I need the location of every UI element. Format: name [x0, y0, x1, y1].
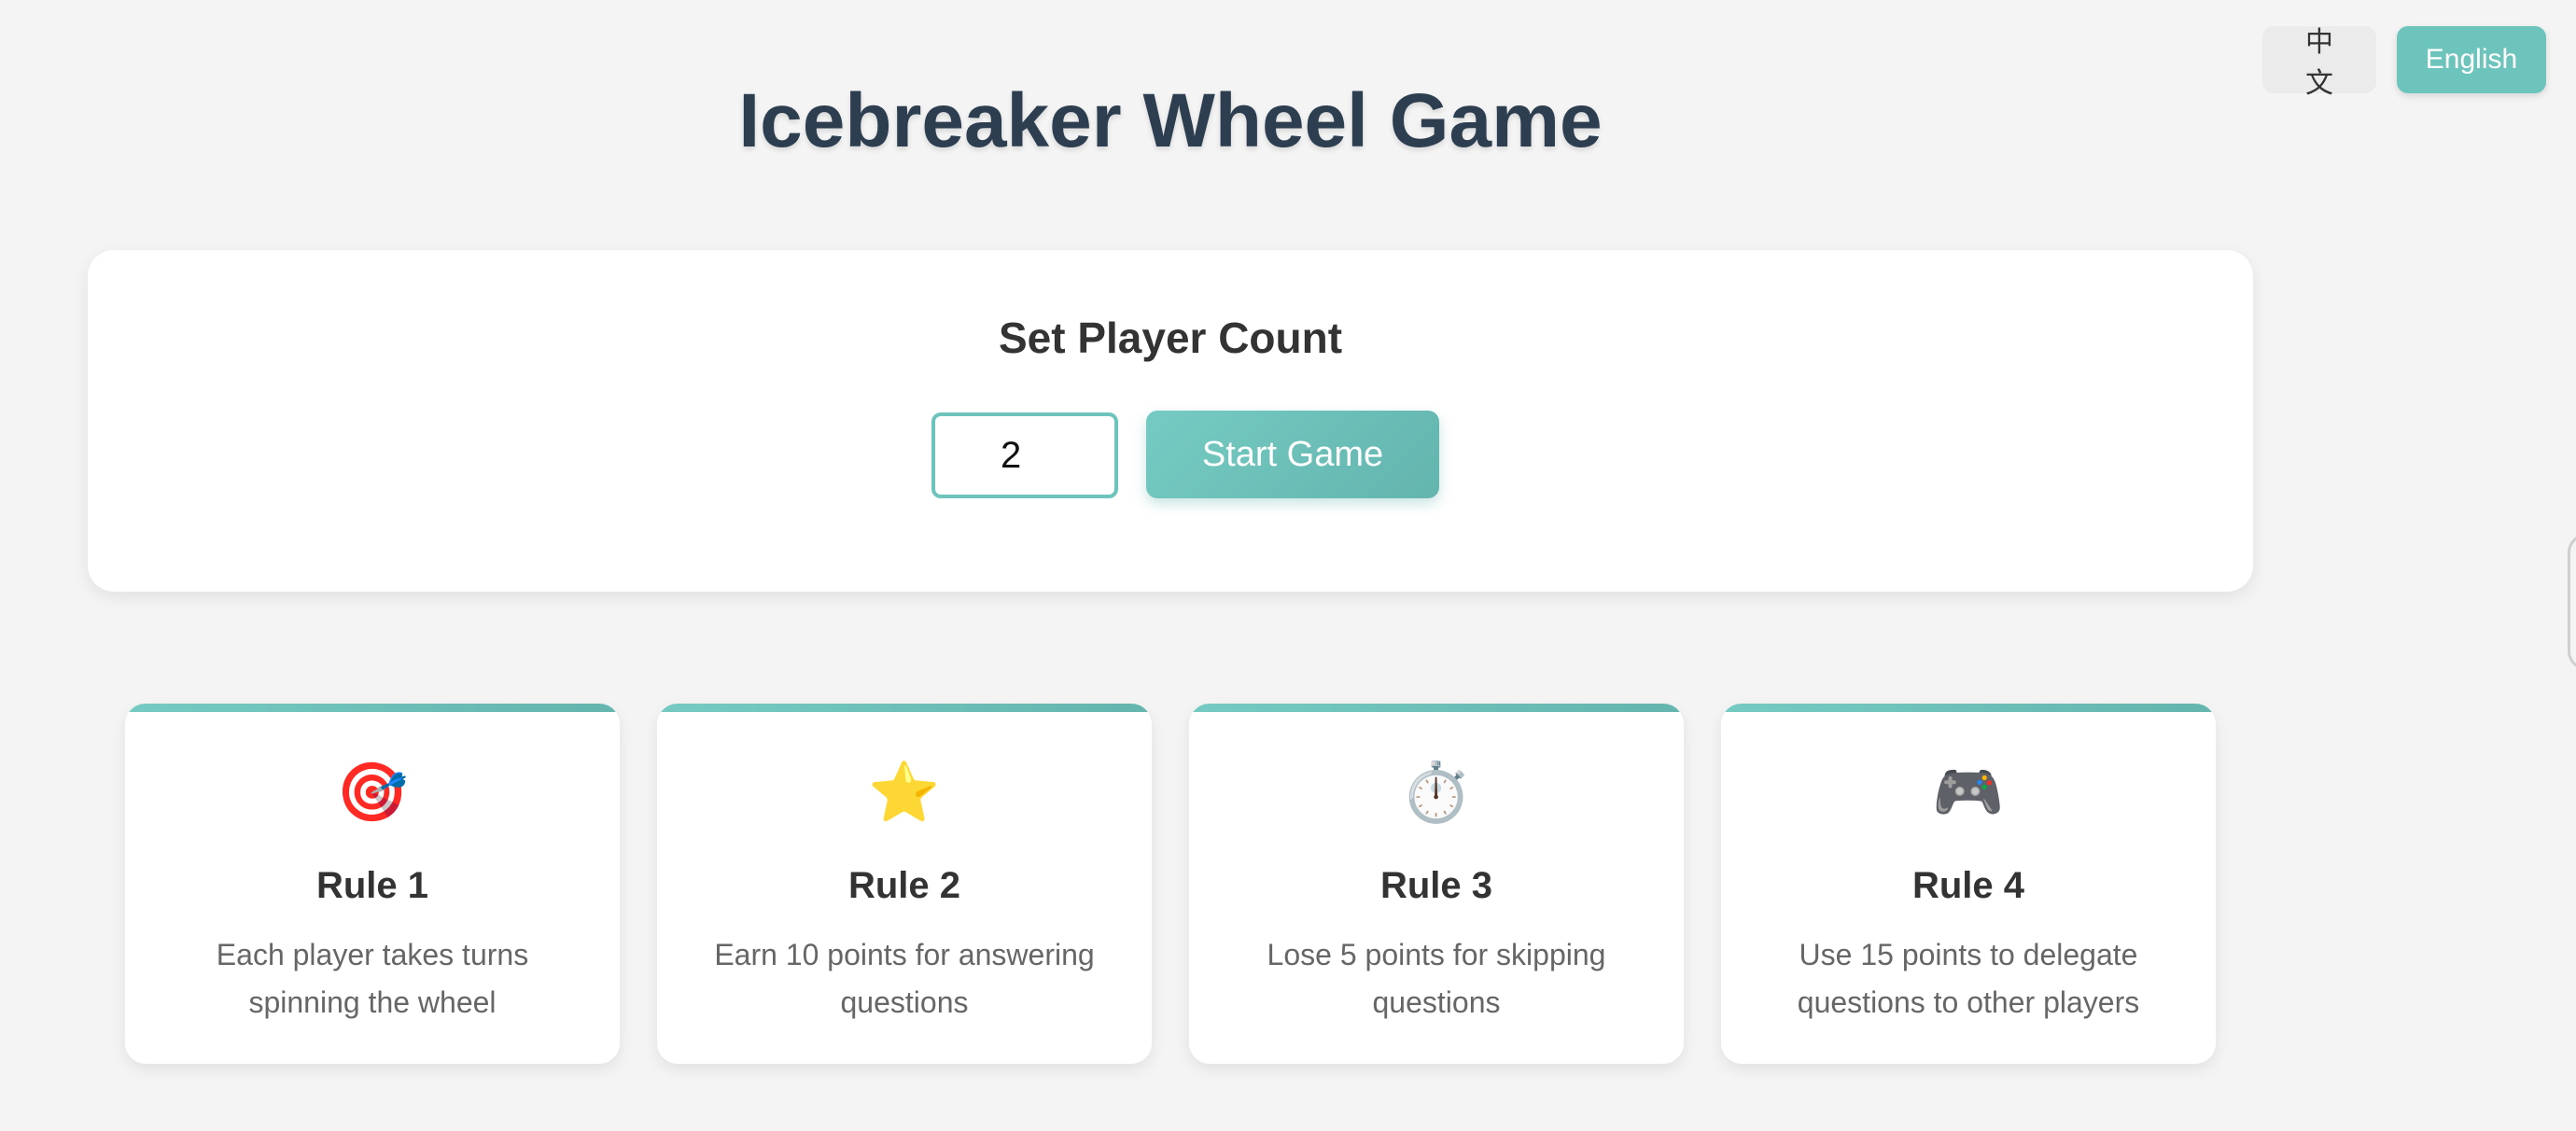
gamepad-icon: 🎮 — [1932, 761, 2005, 825]
rule-card-accent-bar — [125, 704, 620, 712]
language-english-button[interactable]: English — [2397, 26, 2546, 93]
rule-description: Lose 5 points for skipping questions — [1267, 938, 1606, 1019]
rule-card: ⭐ Rule 2 Earn 10 points for answering qu… — [657, 704, 1152, 1064]
rule-title: Rule 2 — [847, 865, 961, 906]
rule-title: Rule 3 — [1379, 865, 1493, 906]
player-count-input[interactable] — [931, 412, 1118, 498]
side-panel-handle[interactable] — [2568, 534, 2576, 670]
rule-title: Rule 4 — [1911, 865, 2025, 906]
rule-card: ⏱️ Rule 3 Lose 5 points for skipping que… — [1189, 704, 1684, 1064]
rule-card-accent-bar — [657, 704, 1152, 712]
rule-card-accent-bar — [1721, 704, 2216, 712]
rule-title: Rule 1 — [315, 865, 429, 906]
rule-description: Earn 10 points for answering questions — [714, 938, 1095, 1019]
target-icon: 🎯 — [336, 761, 409, 825]
start-game-button[interactable]: Start Game — [1146, 411, 1439, 498]
page-title: Icebreaker Wheel Game — [738, 78, 1603, 163]
rule-card: 🎯 Rule 1 Each player takes turns spinnin… — [125, 704, 620, 1064]
rules-list: 🎯 Rule 1 Each player takes turns spinnin… — [125, 704, 2216, 1064]
stopwatch-icon: ⏱️ — [1400, 761, 1473, 825]
setup-title: Set Player Count — [998, 314, 1343, 362]
star-icon: ⭐ — [868, 761, 941, 825]
player-setup-card: Set Player Count Start Game — [88, 250, 2253, 592]
rule-description: Use 15 points to delegate questions to o… — [1797, 938, 2140, 1019]
rule-card-accent-bar — [1189, 704, 1684, 712]
rule-description: Each player takes turns spinning the whe… — [216, 938, 529, 1019]
rule-card: 🎮 Rule 4 Use 15 points to delegate quest… — [1721, 704, 2216, 1064]
